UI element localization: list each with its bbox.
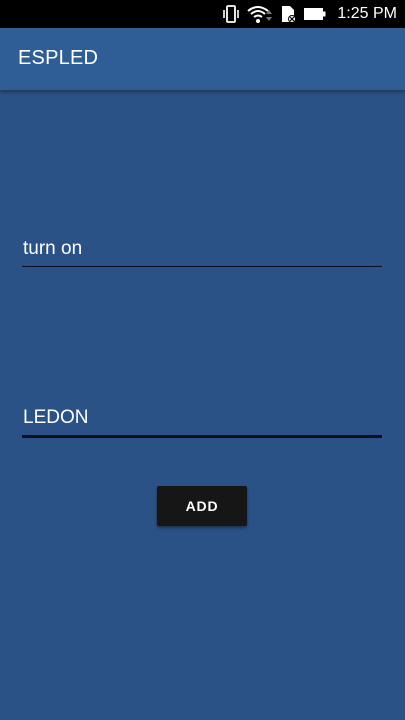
command-name-input[interactable] [22, 238, 382, 266]
vibrate-icon [221, 4, 241, 24]
sd-card-error-icon [279, 4, 297, 24]
wifi-icon [247, 4, 273, 24]
command-code-underline [22, 435, 382, 438]
command-code-field[interactable] [22, 407, 382, 438]
battery-icon [303, 4, 327, 24]
command-code-input[interactable] [22, 407, 382, 435]
command-name-field[interactable] [22, 238, 382, 267]
app-title: ESPLED [18, 47, 99, 69]
command-name-underline [22, 266, 382, 267]
add-button[interactable]: ADD [157, 486, 247, 526]
status-bar: 1:25 PM [0, 0, 405, 28]
app-bar: ESPLED [0, 28, 405, 90]
status-icons: 1:25 PM [221, 0, 397, 28]
status-time: 1:25 PM [337, 5, 397, 22]
